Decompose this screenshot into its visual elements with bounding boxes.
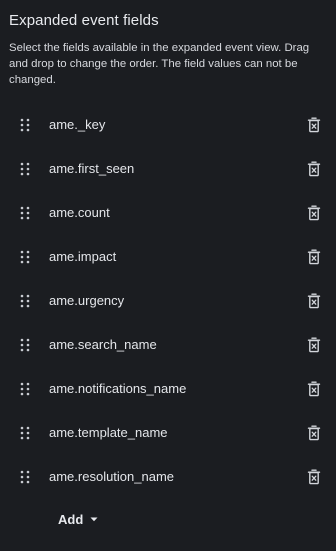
- field-row[interactable]: ame.resolution_name: [0, 455, 336, 499]
- panel-title: Expanded event fields: [9, 12, 159, 29]
- drag-handle-icon[interactable]: [19, 338, 31, 352]
- trash-icon[interactable]: [307, 117, 321, 133]
- expanded-event-fields-panel: Expanded event fields Select the fields …: [0, 0, 336, 551]
- trash-icon[interactable]: [307, 469, 321, 485]
- field-label: ame.urgency: [49, 293, 125, 308]
- panel-description: Select the fields available in the expan…: [9, 42, 310, 86]
- trash-icon[interactable]: [307, 381, 321, 397]
- field-row[interactable]: ame.template_name: [0, 411, 336, 455]
- trash-icon[interactable]: [307, 205, 321, 221]
- drag-handle-icon[interactable]: [19, 426, 31, 440]
- chevron-down-icon: [90, 517, 98, 522]
- trash-icon[interactable]: [307, 249, 321, 265]
- field-row[interactable]: ame.notifications_name: [0, 367, 336, 411]
- drag-handle-icon[interactable]: [19, 382, 31, 396]
- drag-handle-icon[interactable]: [19, 470, 31, 484]
- field-list: ame._key ame.first_seen ame.count ame.impac…: [0, 103, 336, 499]
- drag-handle-icon[interactable]: [19, 118, 31, 132]
- field-label: ame.notifications_name: [49, 381, 187, 396]
- field-label: ame.impact: [49, 249, 117, 264]
- field-label: ame._key: [49, 117, 106, 132]
- field-row[interactable]: ame.urgency: [0, 279, 336, 323]
- field-label: ame.first_seen: [49, 161, 135, 176]
- field-label: ame.resolution_name: [49, 469, 175, 484]
- trash-icon[interactable]: [307, 293, 321, 309]
- add-button[interactable]: Add: [58, 512, 98, 527]
- field-row[interactable]: ame.impact: [0, 235, 336, 279]
- add-button-label: Add: [58, 512, 84, 527]
- drag-handle-icon[interactable]: [19, 294, 31, 308]
- drag-handle-icon[interactable]: [19, 206, 31, 220]
- trash-icon[interactable]: [307, 337, 321, 353]
- field-row[interactable]: ame.first_seen: [0, 147, 336, 191]
- field-label: ame.search_name: [49, 337, 157, 352]
- drag-handle-icon[interactable]: [19, 250, 31, 264]
- field-row[interactable]: ame.count: [0, 191, 336, 235]
- field-label: ame.template_name: [49, 425, 168, 440]
- trash-icon[interactable]: [307, 161, 321, 177]
- trash-icon[interactable]: [307, 425, 321, 441]
- field-row[interactable]: ame.search_name: [0, 323, 336, 367]
- field-label: ame.count: [49, 205, 110, 220]
- field-row[interactable]: ame._key: [0, 103, 336, 147]
- drag-handle-icon[interactable]: [19, 162, 31, 176]
